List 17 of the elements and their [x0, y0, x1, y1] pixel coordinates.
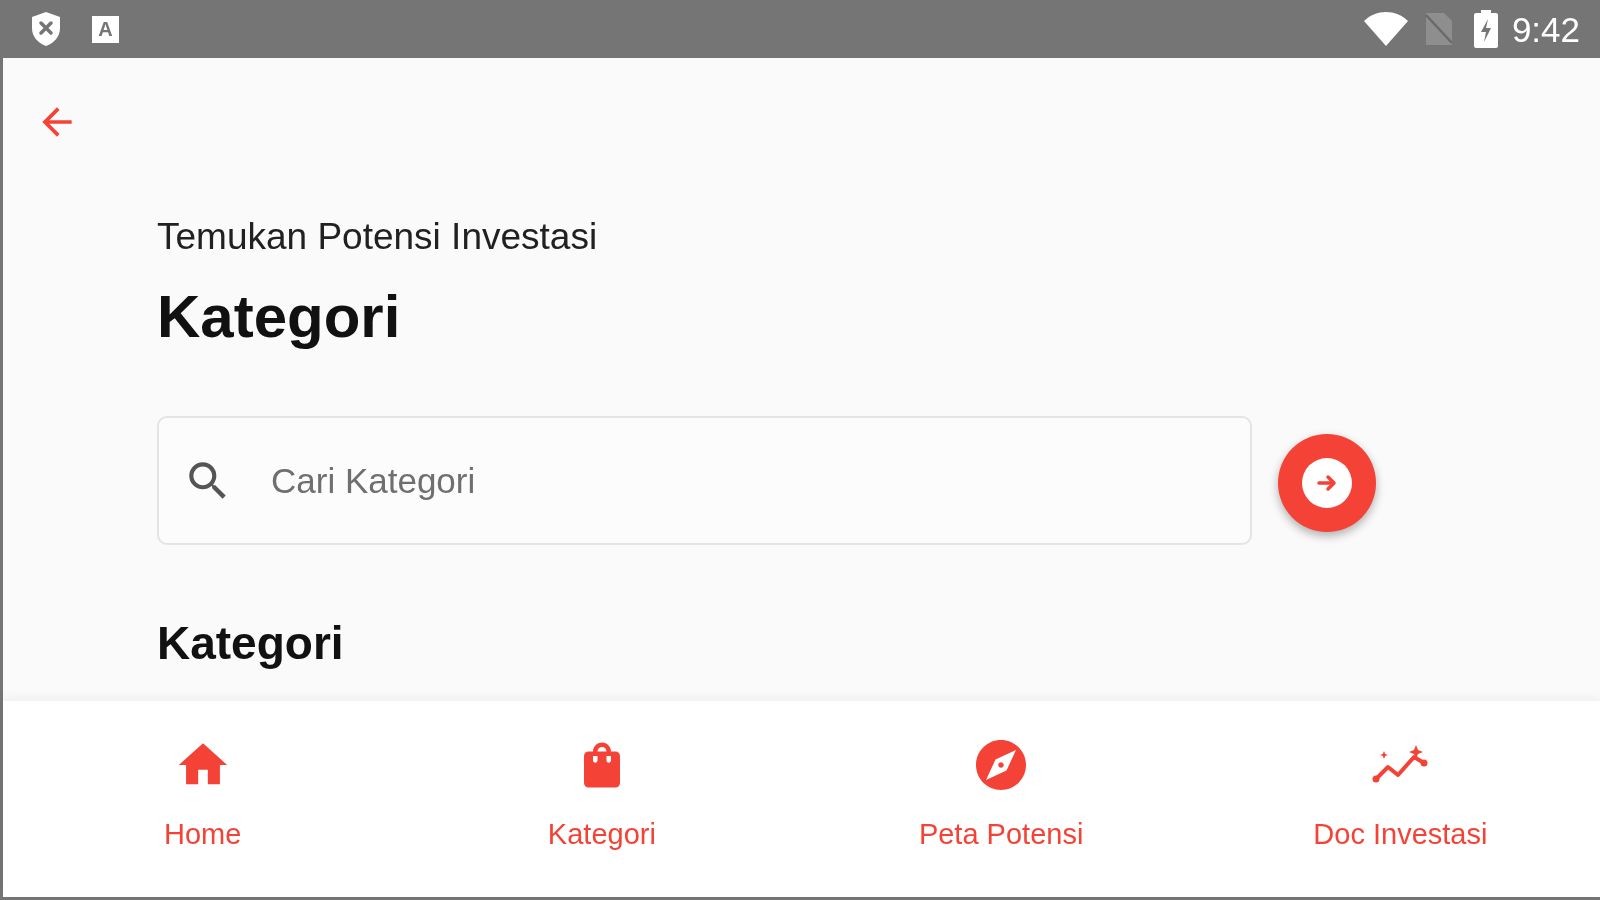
sparkle-graph-icon	[1372, 745, 1429, 785]
no-sim-icon	[1423, 13, 1452, 45]
search-field[interactable]: Cari Kategori	[157, 416, 1252, 546]
page-subtitle: Temukan Potensi Investasi	[157, 215, 599, 259]
arrow-right-icon	[1302, 457, 1352, 508]
app-notification-icon: A	[92, 15, 119, 43]
shield-x-icon	[30, 11, 62, 47]
nav-tab[interactable]: Home	[3, 701, 403, 897]
page-title: Kategori	[157, 282, 402, 353]
battery-charging-icon	[1473, 10, 1498, 48]
nav-tab[interactable]: Doc Investasi	[1200, 701, 1600, 897]
submit-button[interactable]	[1278, 433, 1376, 532]
clock-time: 9:42	[1511, 11, 1580, 47]
nav-tab[interactable]: Peta Potensi	[801, 701, 1201, 897]
nav-tab[interactable]: Kategori	[402, 701, 802, 897]
section-heading: Kategori	[157, 616, 345, 672]
wifi-icon	[1363, 12, 1408, 46]
